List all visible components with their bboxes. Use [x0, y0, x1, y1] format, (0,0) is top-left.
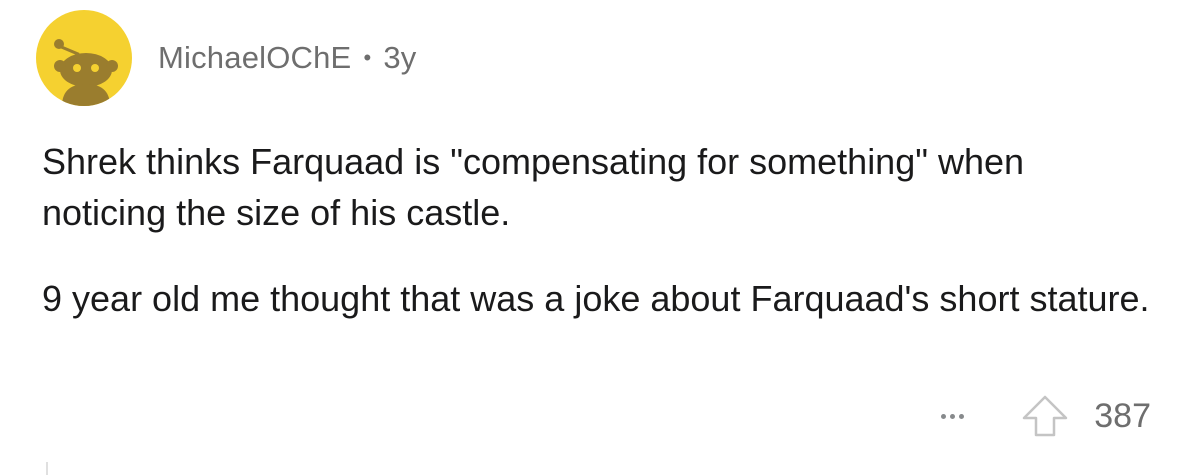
- comment-header: MichaelOChE • 3y: [36, 10, 417, 106]
- more-dot: [950, 413, 956, 419]
- user-avatar[interactable]: [36, 10, 132, 106]
- comment-card: MichaelOChE • 3y Shrek thinks Farquaad i…: [0, 0, 1179, 475]
- comment-actions: 387: [941, 392, 1151, 440]
- upvote-arrow-icon: [1023, 395, 1068, 437]
- more-dot: [941, 413, 947, 419]
- author-username[interactable]: MichaelOChE: [158, 40, 351, 76]
- comment-body: Shrek thinks Farquaad is "compensating f…: [42, 136, 1152, 324]
- thread-line[interactable]: [46, 462, 48, 475]
- comment-paragraph: Shrek thinks Farquaad is "compensating f…: [42, 141, 1025, 233]
- snoo-icon: [54, 39, 118, 106]
- meta-separator: •: [363, 45, 372, 70]
- comment-age: 3y: [383, 40, 417, 75]
- more-options-icon[interactable]: [941, 413, 965, 419]
- comment-meta: MichaelOChE • 3y: [158, 40, 417, 76]
- more-dot: [959, 413, 965, 419]
- vote-score: 387: [1094, 396, 1151, 435]
- comment-paragraph: 9 year old me thought that was a joke ab…: [42, 278, 1150, 319]
- upvote-button[interactable]: [1020, 394, 1070, 438]
